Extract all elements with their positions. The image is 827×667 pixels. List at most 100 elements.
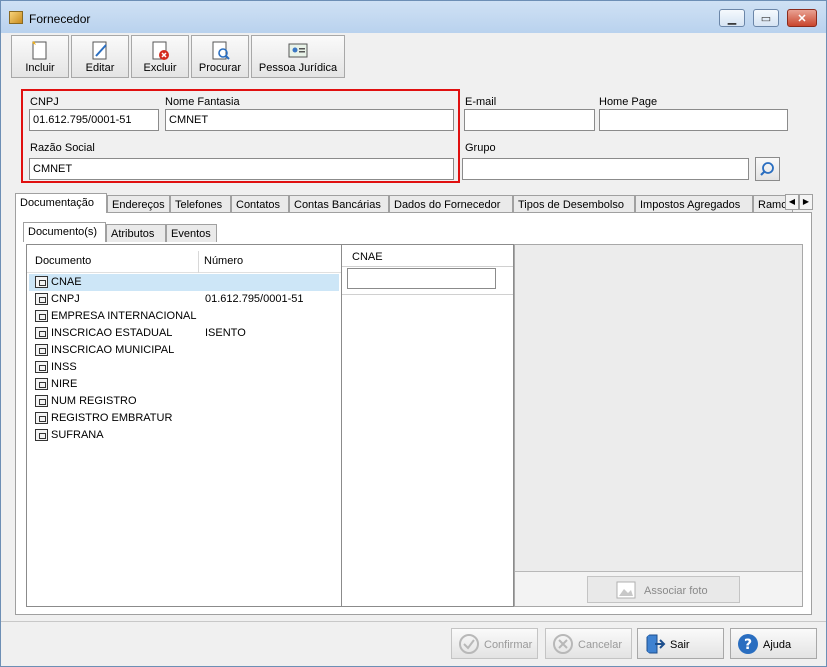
table-row[interactable]: INSCRICAO ESTADUAL ISENTO: [29, 325, 339, 342]
ajuda-button[interactable]: ? Ajuda: [730, 628, 817, 659]
procurar-button[interactable]: Procurar: [191, 35, 249, 78]
home-page-label: Home Page: [599, 96, 658, 108]
document-icon: [35, 378, 48, 390]
cnae-header: CNAE: [342, 245, 513, 267]
cnae-panel: CNAE: [342, 244, 514, 607]
document-icon: [35, 412, 48, 424]
cancel-icon: [553, 634, 573, 654]
list-header: Documento Número: [27, 245, 341, 273]
pessoa-juridica-button[interactable]: Pessoa Jurídica: [251, 35, 345, 78]
documento-cell: CNAE: [51, 276, 82, 288]
numero-column-header[interactable]: Número: [204, 255, 243, 267]
table-row[interactable]: CNPJ 01.612.795/0001-51: [29, 291, 339, 308]
minimize-button[interactable]: ▁: [719, 9, 745, 27]
tab-telefones[interactable]: Telefones: [170, 195, 231, 213]
document-icon: [35, 310, 48, 322]
app-icon: [9, 11, 23, 24]
grupo-search-button[interactable]: [755, 157, 780, 181]
tab-documentos[interactable]: Documento(s): [23, 222, 106, 242]
razao-social-label: Razão Social: [30, 142, 95, 154]
table-row[interactable]: INSCRICAO MUNICIPAL: [29, 342, 339, 359]
tab-eventos[interactable]: Eventos: [166, 224, 217, 242]
documento-cell: SUFRANA: [51, 429, 104, 441]
search-document-icon: [212, 41, 230, 60]
company-card-icon: [288, 43, 308, 58]
cnpj-label: CNPJ: [30, 96, 59, 108]
editar-button[interactable]: Editar: [71, 35, 129, 78]
maximize-button[interactable]: ▭: [753, 9, 779, 27]
documento-cell: INSCRICAO MUNICIPAL: [51, 344, 175, 356]
tab-impostos-agregados[interactable]: Impostos Agregados: [635, 195, 753, 213]
edit-icon: [92, 41, 107, 60]
documento-cell: CNPJ: [51, 293, 80, 305]
numero-cell: 01.612.795/0001-51: [205, 293, 304, 305]
document-icon: [35, 344, 48, 356]
documents-list[interactable]: Documento Número CNAE CNPJ 01.612.795/0001…: [26, 244, 342, 607]
excluir-button[interactable]: Excluir: [131, 35, 189, 78]
tab-scroll-right-button[interactable]: ▶: [799, 194, 813, 210]
tab-scroll-left-button[interactable]: ◀: [785, 194, 799, 210]
delete-icon: [152, 41, 169, 60]
close-button[interactable]: ✕: [787, 9, 817, 27]
table-row[interactable]: REGISTRO EMBRATUR: [29, 410, 339, 427]
table-row[interactable]: SUFRANA: [29, 427, 339, 444]
documento-column-header[interactable]: Documento: [35, 255, 91, 267]
title-bar[interactable]: Fornecedor ▁ ▭ ✕: [1, 1, 826, 33]
document-icon: [35, 361, 48, 373]
document-icon: [35, 293, 48, 305]
table-row[interactable]: CNAE: [29, 274, 339, 291]
column-divider[interactable]: [198, 251, 199, 273]
photo-toolbar: Associar foto: [515, 571, 802, 606]
cancelar-button[interactable]: Cancelar: [545, 628, 632, 659]
incluir-label: Incluir: [25, 62, 55, 74]
svg-text:?: ?: [744, 637, 752, 653]
documento-cell: REGISTRO EMBRATUR: [51, 412, 173, 424]
table-row[interactable]: NIRE: [29, 376, 339, 393]
incluir-button[interactable]: Incluir: [11, 35, 69, 78]
tab-dados-fornecedor[interactable]: Dados do Fornecedor: [389, 195, 513, 213]
cnpj-field[interactable]: [29, 109, 159, 131]
documento-cell: INSCRICAO ESTADUAL: [51, 327, 173, 339]
tab-contatos[interactable]: Contatos: [231, 195, 289, 213]
document-icon: [35, 276, 48, 288]
tab-atributos[interactable]: Atributos: [106, 224, 166, 242]
cancelar-label: Cancelar: [578, 639, 623, 651]
cnae-divider: [342, 294, 513, 295]
table-row[interactable]: INSS: [29, 359, 339, 376]
grupo-field[interactable]: [462, 158, 749, 180]
tab-tipos-desembolso[interactable]: Tipos de Desembolso: [513, 195, 635, 213]
footer-divider: [1, 621, 826, 622]
nome-fantasia-field[interactable]: [165, 109, 454, 131]
table-row[interactable]: NUM REGISTRO: [29, 393, 339, 410]
window-title: Fornecedor: [29, 12, 91, 26]
document-icon: [35, 327, 48, 339]
procurar-label: Procurar: [198, 62, 242, 74]
photo-area: Associar foto: [514, 244, 803, 607]
exit-icon: [646, 634, 666, 654]
main-tabs: Documentação Endereços Telefones Contato…: [15, 193, 815, 213]
tab-enderecos[interactable]: Endereços: [107, 195, 170, 213]
cnae-field[interactable]: [347, 268, 496, 289]
documento-cell: NIRE: [51, 378, 78, 390]
associar-foto-button[interactable]: Associar foto: [587, 576, 740, 603]
razao-social-field[interactable]: [29, 158, 454, 180]
email-field[interactable]: [464, 109, 595, 131]
check-icon: [459, 634, 479, 654]
documento-cell: EMPRESA INTERNACIONAL: [51, 310, 197, 322]
tab-documentacao[interactable]: Documentação: [15, 193, 107, 213]
help-icon: ?: [738, 634, 758, 654]
fornecedor-window: Fornecedor ▁ ▭ ✕ Incluir Editar Excluir …: [0, 0, 827, 667]
home-page-field[interactable]: [599, 109, 788, 131]
pessoa-juridica-label: Pessoa Jurídica: [258, 62, 338, 74]
tab-contas-bancarias[interactable]: Contas Bancárias: [289, 195, 389, 213]
sair-button[interactable]: Sair: [637, 628, 724, 659]
nome-fantasia-label: Nome Fantasia: [165, 96, 240, 108]
associar-foto-label: Associar foto: [644, 585, 708, 597]
grupo-label: Grupo: [465, 142, 496, 154]
confirmar-button[interactable]: Confirmar: [451, 628, 538, 659]
table-row[interactable]: EMPRESA INTERNACIONAL: [29, 308, 339, 325]
ajuda-label: Ajuda: [763, 639, 792, 651]
search-icon: [760, 162, 774, 176]
cnae-label: CNAE: [352, 251, 383, 263]
editar-label: Editar: [85, 62, 115, 74]
